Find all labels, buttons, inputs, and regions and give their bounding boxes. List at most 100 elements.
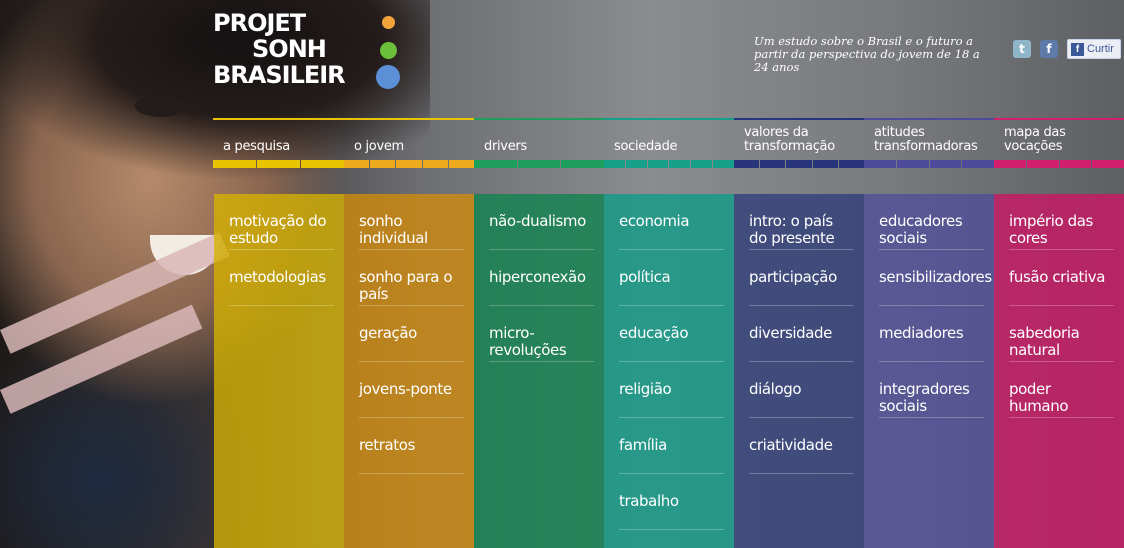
nav-color-bar <box>864 160 994 168</box>
submenu-item[interactable]: metodologias <box>229 250 334 306</box>
submenu-item[interactable]: sonho individual <box>359 194 464 250</box>
submenu-item-label: retratos <box>359 436 415 454</box>
submenu-item[interactable]: hiperconexão <box>489 250 594 306</box>
nav-item-valores-da-transformacao[interactable]: valores da transformação <box>734 118 865 168</box>
facebook-like-button[interactable]: f Curtir <box>1067 39 1121 59</box>
main-navigation: a pesquisa o jovem drivers sociedade val… <box>213 118 1124 168</box>
submenu-item-label: intro: o país do presente <box>749 212 835 247</box>
submenu-item-label: micro-revoluções <box>489 324 567 359</box>
submenu-item[interactable]: intro: o país do presente <box>749 194 854 250</box>
submenu-item-label: educação <box>619 324 689 342</box>
site-logo[interactable]: PROJET SONH BRASILEIR <box>213 10 413 90</box>
submenu-item-label: criatividade <box>749 436 833 454</box>
submenu-item[interactable]: família <box>619 418 724 474</box>
nav-item-sociedade[interactable]: sociedade <box>604 118 734 168</box>
nav-top-line <box>734 118 864 120</box>
logo-dot-green <box>380 42 397 59</box>
submenu-item[interactable]: império das cores <box>1009 194 1114 250</box>
submenu-item-label: economia <box>619 212 690 230</box>
submenu-item-label: motivação do estudo <box>229 212 327 247</box>
submenu-item[interactable]: retratos <box>359 418 464 474</box>
submenu-item[interactable]: religião <box>619 362 724 418</box>
nav-item-drivers[interactable]: drivers <box>474 118 605 168</box>
logo-dot-orange <box>382 16 395 29</box>
nav-top-line <box>344 118 474 120</box>
submenu-item[interactable]: mediadores <box>879 306 984 362</box>
nav-color-bar <box>344 160 475 168</box>
nav-top-line <box>864 118 994 120</box>
logo-line-1: PROJET <box>213 9 306 37</box>
submenu-column-mapa-das-vocacoes: império das cores fusão criativa sabedor… <box>994 194 1124 548</box>
nav-item-o-jovem[interactable]: o jovem <box>344 118 475 168</box>
submenu-item-label: educadores sociais <box>879 212 963 247</box>
nav-color-bar <box>604 160 734 168</box>
submenu-item-label: família <box>619 436 667 454</box>
submenu-item-label: participação <box>749 268 837 286</box>
nav-top-line <box>474 118 604 120</box>
nav-item-a-pesquisa[interactable]: a pesquisa <box>213 118 344 168</box>
submenu-item[interactable]: educadores sociais <box>879 194 984 250</box>
submenu-item[interactable]: diálogo <box>749 362 854 418</box>
submenu-item-label: geração <box>359 324 417 342</box>
submenu-item[interactable]: integradores sociais <box>879 362 984 418</box>
submenu-item-label: poder humano <box>1009 380 1069 415</box>
nav-color-bar <box>474 160 605 168</box>
nav-item-atitudes-transformadoras[interactable]: atitudes transformadoras <box>864 118 994 168</box>
submenu-item-label: sabedoria natural <box>1009 324 1080 359</box>
submenu-column-a-pesquisa: motivação do estudo metodologias <box>214 194 344 548</box>
submenu-item-label: jovens-ponte <box>359 380 452 398</box>
submenu-column-valores-da-transformacao: intro: o país do presente participação d… <box>734 194 864 548</box>
submenu-item-label: diálogo <box>749 380 802 398</box>
submenu-item-label: integradores sociais <box>879 380 970 415</box>
submenu-item-label: metodologias <box>229 268 326 286</box>
nav-color-bar <box>213 160 344 168</box>
submenu-column-sociedade: economia política educação religião famí… <box>604 194 734 548</box>
submenu-item[interactable]: educação <box>619 306 724 362</box>
submenu-item[interactable]: economia <box>619 194 724 250</box>
submenu-item-label: trabalho <box>619 492 679 510</box>
submenu-column-o-jovem: sonho individual sonho para o país geraç… <box>344 194 474 548</box>
submenu-item[interactable]: sensibilizadores <box>879 250 992 306</box>
logo-dot-blue <box>376 65 400 89</box>
submenu-item[interactable]: criatividade <box>749 418 854 474</box>
submenu-item[interactable]: geração <box>359 306 464 362</box>
nav-color-bar <box>734 160 865 168</box>
nav-label: drivers <box>484 139 527 154</box>
submenu-item[interactable]: sabedoria natural <box>1009 306 1114 362</box>
submenu-item[interactable]: não-dualismo <box>489 194 594 250</box>
submenu-item[interactable]: fusão criativa <box>1009 250 1114 306</box>
submenu-item[interactable]: sonho para o país <box>359 250 464 306</box>
submenu-item-label: fusão criativa <box>1009 268 1106 286</box>
submenu-item[interactable]: trabalho <box>619 474 724 530</box>
submenu-column-atitudes-transformadoras: educadores sociais sensibilizadores medi… <box>864 194 994 548</box>
submenu-item-label: religião <box>619 380 672 398</box>
submenu-item-label: diversidade <box>749 324 833 342</box>
submenu-item[interactable]: participação <box>749 250 854 306</box>
submenu-item-label: sensibilizadores <box>879 268 992 286</box>
facebook-icon[interactable]: f <box>1040 40 1058 58</box>
nav-label: sociedade <box>614 139 678 154</box>
nav-item-mapa-das-vocacoes[interactable]: mapa das vocações <box>994 118 1124 168</box>
submenu-item-label: mediadores <box>879 324 964 342</box>
submenu-column-drivers: não-dualismo hiperconexão micro-revoluçõ… <box>474 194 604 548</box>
submenu-item[interactable]: micro-revoluções <box>489 306 594 362</box>
nav-label: a pesquisa <box>223 139 290 154</box>
site-tagline: Um estudo sobre o Brasil e o futuro a pa… <box>754 34 980 74</box>
nav-label: valores da transformação <box>744 125 835 154</box>
submenu-item[interactable]: política <box>619 250 724 306</box>
submenu-item-label: sonho para o país <box>359 268 453 303</box>
submenu-item-label: hiperconexão <box>489 268 586 286</box>
submenu-item[interactable]: motivação do estudo <box>229 194 334 250</box>
logo-line-2: SONH <box>252 35 327 63</box>
submenu-item[interactable]: poder humano <box>1009 362 1114 418</box>
twitter-icon[interactable]: t <box>1013 40 1031 58</box>
submenu-item-label: sonho individual <box>359 212 428 247</box>
submenu-columns: motivação do estudo metodologias sonho i… <box>214 194 1124 548</box>
nav-label: o jovem <box>354 139 404 154</box>
submenu-item[interactable]: jovens-ponte <box>359 362 464 418</box>
background-eye <box>135 95 185 117</box>
nav-label: mapa das vocações <box>1004 125 1066 154</box>
nav-top-line <box>994 118 1124 120</box>
nav-label: atitudes transformadoras <box>874 125 978 154</box>
submenu-item[interactable]: diversidade <box>749 306 854 362</box>
